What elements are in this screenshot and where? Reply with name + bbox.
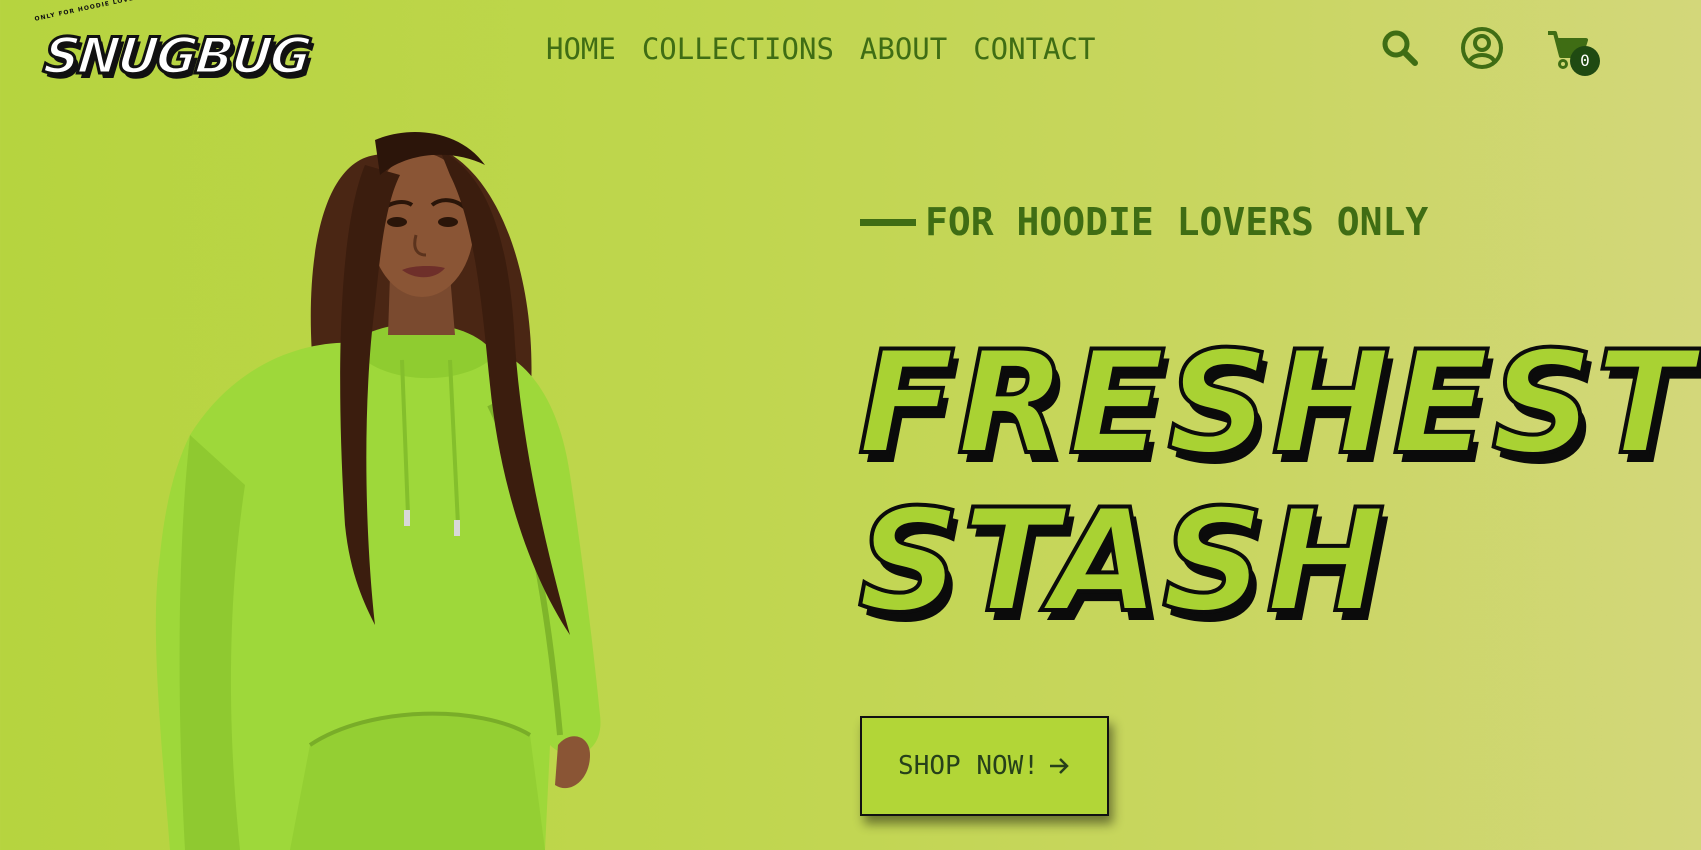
user-circle-icon[interactable] bbox=[1460, 26, 1504, 70]
hero-headline-line-2: STASH bbox=[856, 479, 1388, 644]
main-nav: HOME COLLECTIONS ABOUT CONTACT bbox=[546, 26, 1095, 72]
arrow-right-icon bbox=[1049, 758, 1069, 774]
nav-collections[interactable]: COLLECTIONS bbox=[642, 26, 834, 72]
hero-headline-line-1: FRESHEST bbox=[856, 321, 1695, 486]
brand-logo[interactable]: ONLY FOR HOODIE LOVERS SNUGBUG bbox=[30, 0, 314, 90]
shop-now-button[interactable]: SHOP NOW! bbox=[860, 716, 1109, 816]
hero-model-image bbox=[150, 105, 670, 850]
hero-eyebrow: FOR HOODIE LOVERS ONLY bbox=[925, 200, 1429, 244]
eyebrow-divider bbox=[860, 219, 916, 226]
hero-headline: FRESHEST STASH bbox=[856, 321, 1695, 644]
shop-now-label: SHOP NOW! bbox=[898, 751, 1039, 781]
search-icon[interactable] bbox=[1380, 28, 1420, 68]
brand-tagline: ONLY FOR HOODIE LOVERS bbox=[34, 0, 146, 23]
nav-contact[interactable]: CONTACT bbox=[973, 26, 1095, 72]
nav-about[interactable]: ABOUT bbox=[860, 26, 947, 72]
nav-home[interactable]: HOME bbox=[546, 26, 616, 72]
cart-count-badge: 0 bbox=[1570, 46, 1600, 76]
brand-wordmark: SNUGBUG bbox=[39, 26, 313, 87]
site-header: ONLY FOR HOODIE LOVERS SNUGBUG HOME COLL… bbox=[0, 0, 1701, 100]
